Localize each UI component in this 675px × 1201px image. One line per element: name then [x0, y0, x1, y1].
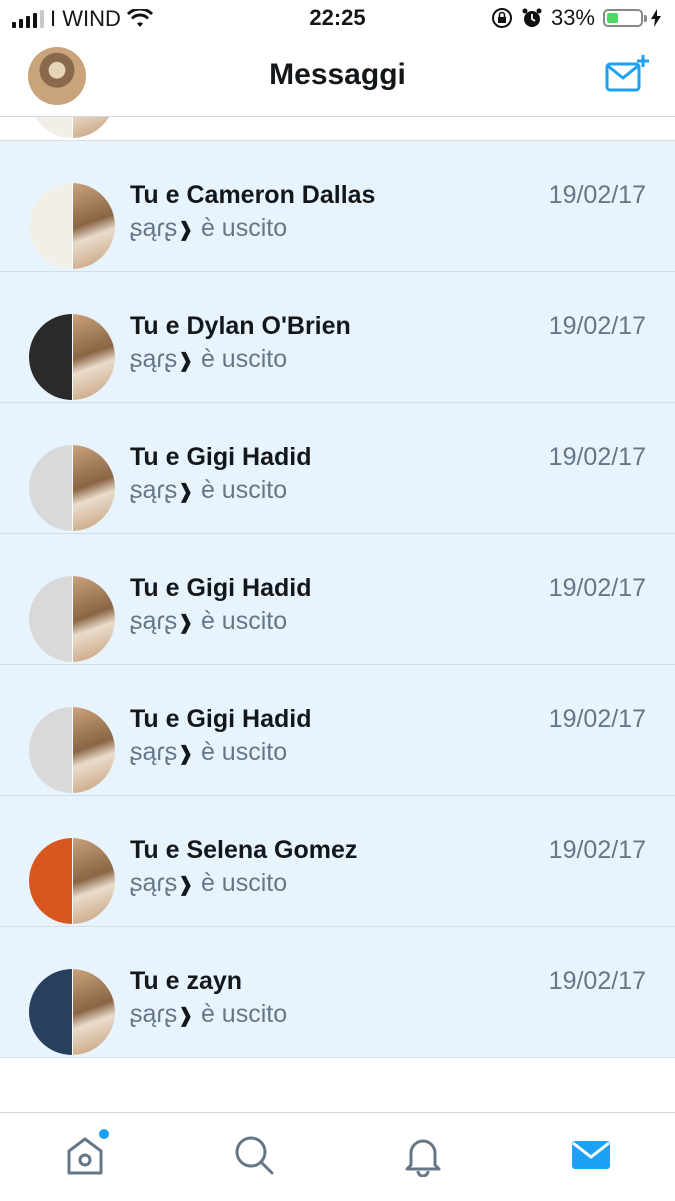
conversation-row[interactable]: Tu e zayn 19/02/17 ʂąɾʂ❱ è uscito	[0, 927, 675, 1058]
conversation-row[interactable]: Tu e Gigi Hadid 19/02/17 ʂąɾʂ❱ è uscito	[0, 534, 675, 665]
conversation-row[interactable]: Tu e Dylan O'Brien 19/02/17 ʂąɾʂ❱ è usci…	[0, 272, 675, 403]
conversation-avatar	[29, 314, 115, 400]
contact-photo	[29, 445, 72, 531]
tab-notifications[interactable]	[401, 1133, 445, 1177]
message-preview: ʂąɾʂ❱ è uscito	[130, 607, 287, 636]
conversation-row[interactable]: Tu e Cameron Dallas 19/02/17 ʂąɾʂ❱ è usc…	[0, 141, 675, 272]
sender-name: ʂąɾʂ	[130, 607, 178, 635]
alarm-icon	[522, 8, 542, 27]
message-preview: ʂąɾʂ❱ è uscito	[130, 345, 287, 374]
conversation-name: Tu e Selena Gomez	[130, 836, 358, 864]
conversation-avatar	[29, 707, 115, 793]
search-icon	[235, 1136, 274, 1175]
own-photo	[71, 969, 115, 1055]
battery-icon	[603, 9, 647, 27]
sender-name: ʂąɾʂ	[130, 345, 178, 373]
own-photo	[71, 314, 115, 400]
own-photo	[71, 838, 115, 924]
rotation-lock-icon	[491, 8, 512, 28]
contact-photo	[29, 838, 72, 924]
contact-photo	[29, 183, 72, 269]
tab-home[interactable]	[63, 1129, 109, 1177]
tab-search[interactable]	[232, 1133, 276, 1177]
message-text: è uscito	[200, 214, 288, 242]
conversation-name: Tu e Gigi Hadid	[130, 705, 312, 733]
conversation-avatar	[29, 445, 115, 531]
reply-arrow-icon: ❱	[177, 743, 194, 765]
reply-arrow-icon: ❱	[177, 481, 194, 503]
own-photo	[71, 707, 115, 793]
conversation-date: 19/02/17	[548, 705, 646, 733]
charging-bolt-icon	[651, 9, 661, 27]
reply-arrow-icon: ❱	[177, 219, 194, 241]
message-text: è uscito	[200, 869, 288, 897]
conversation-date: 19/02/17	[548, 574, 646, 602]
message-preview: ʂąɾʂ❱ è uscito	[130, 214, 287, 243]
home-icon	[67, 1137, 103, 1175]
message-text: è uscito	[200, 1000, 288, 1028]
conversation-list: Tu e Cameron Dallas 19/02/17 ʂąɾʂ❱ è usc…	[0, 10, 675, 1058]
page-title: Messaggi	[269, 58, 406, 91]
message-text: è uscito	[200, 476, 288, 504]
status-bar: I WIND 22:25 33%	[0, 0, 675, 38]
contact-photo	[29, 314, 72, 400]
conversation-row[interactable]: Tu e Gigi Hadid 19/02/17 ʂąɾʂ❱ è uscito	[0, 403, 675, 534]
bell-icon	[405, 1139, 441, 1177]
sender-name: ʂąɾʂ	[130, 1000, 178, 1028]
conversation-avatar	[29, 969, 115, 1055]
battery-percent: 33%	[550, 5, 595, 30]
conversation-date: 19/02/17	[548, 967, 646, 995]
conversation-name: Tu e zayn	[130, 967, 243, 995]
own-photo	[71, 576, 115, 662]
message-text: è uscito	[200, 607, 288, 635]
tab-bar	[0, 1112, 675, 1201]
sender-name: ʂąɾʂ	[130, 738, 178, 766]
conversation-avatar	[29, 576, 115, 662]
reply-arrow-icon: ❱	[177, 1005, 194, 1027]
conversation-name: Tu e Cameron Dallas	[130, 181, 376, 209]
conversation-row[interactable]: Tu e Gigi Hadid 19/02/17 ʂąɾʂ❱ è uscito	[0, 665, 675, 796]
conversation-name: Tu e Dylan O'Brien	[130, 312, 351, 340]
message-text: è uscito	[200, 738, 288, 766]
conversation-date: 19/02/17	[548, 836, 646, 864]
own-photo	[71, 183, 115, 269]
conversation-date: 19/02/17	[548, 443, 646, 471]
message-preview: ʂąɾʂ❱ è uscito	[130, 869, 287, 898]
contact-photo	[29, 707, 72, 793]
message-preview: ʂąɾʂ❱ è uscito	[130, 476, 287, 505]
conversation-avatar	[29, 838, 115, 924]
reply-arrow-icon: ❱	[177, 874, 194, 896]
compose-message-icon[interactable]	[605, 54, 649, 94]
reply-arrow-icon: ❱	[177, 612, 194, 634]
message-text: è uscito	[200, 345, 288, 373]
conversation-avatar	[29, 183, 115, 269]
conversation-date: 19/02/17	[548, 312, 646, 340]
conversation-name: Tu e Gigi Hadid	[130, 574, 312, 602]
sender-name: ʂąɾʂ	[130, 869, 178, 897]
conversation-date: 19/02/17	[548, 181, 646, 209]
conversation-row[interactable]: Tu e Selena Gomez 19/02/17 ʂąɾʂ❱ è uscit…	[0, 796, 675, 927]
contact-photo	[29, 576, 72, 662]
header: Messaggi	[0, 38, 675, 117]
sender-name: ʂąɾʂ	[130, 214, 178, 242]
message-preview: ʂąɾʂ❱ è uscito	[130, 738, 287, 767]
message-preview: ʂąɾʂ❱ è uscito	[130, 1000, 287, 1029]
own-photo	[71, 445, 115, 531]
sender-name: ʂąɾʂ	[130, 476, 178, 504]
contact-photo	[29, 969, 72, 1055]
reply-arrow-icon: ❱	[177, 350, 194, 372]
conversation-name: Tu e Gigi Hadid	[130, 443, 312, 471]
mail-icon	[572, 1141, 610, 1169]
tab-messages[interactable]	[569, 1133, 613, 1177]
notification-dot	[99, 1129, 109, 1139]
